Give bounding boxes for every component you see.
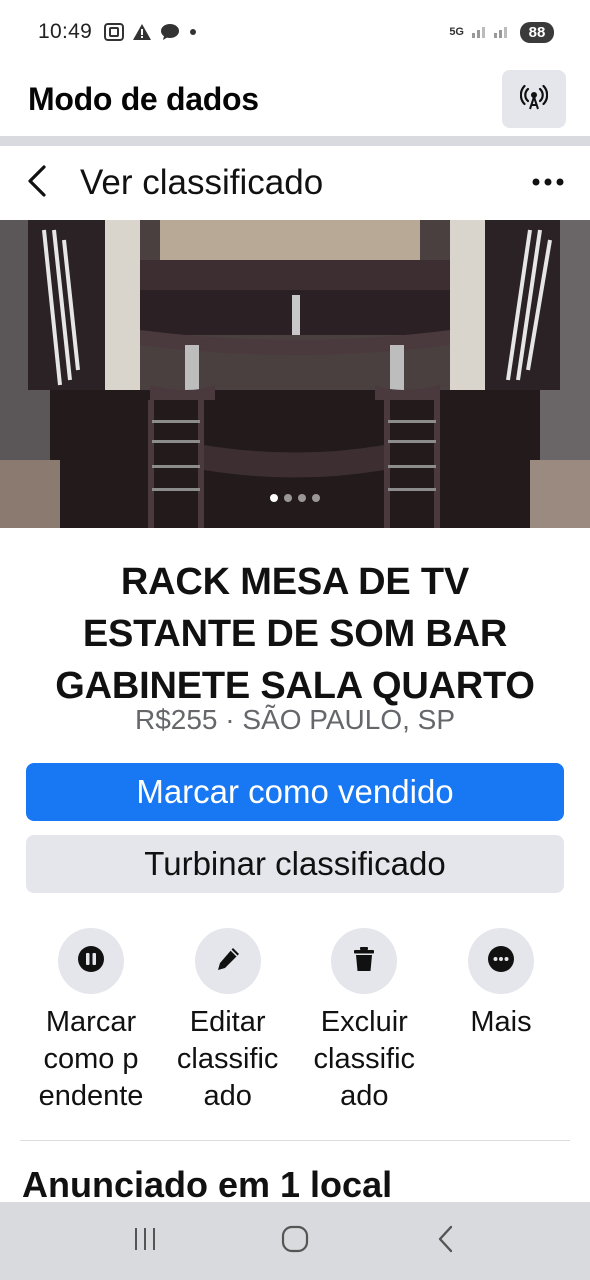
listing-actions: Marcar como p endente Editar classific a… — [28, 928, 564, 1115]
status-system-icons: 5G 88 — [449, 21, 554, 44]
action-label-line: Mais — [470, 1006, 532, 1038]
home-button[interactable] — [265, 1211, 325, 1271]
section-divider — [20, 1140, 570, 1141]
page-header: Ver classificado — [0, 146, 590, 220]
more-options-button[interactable] — [528, 163, 568, 203]
more-actions-label: Mais — [436, 1004, 566, 1041]
edit-listing-action[interactable]: Editar classific ado — [165, 928, 291, 1115]
system-navigation-bar — [0, 1202, 590, 1280]
dot-icon — [188, 23, 198, 41]
data-mode-bar: Modo de dados — [0, 64, 590, 134]
back-button[interactable] — [26, 163, 58, 203]
pause-icon — [77, 945, 105, 978]
data-mode-button[interactable] — [502, 70, 566, 128]
listing-photo-carousel[interactable] — [0, 220, 590, 528]
section-divider — [0, 136, 590, 146]
status-time: 10:49 — [38, 20, 93, 43]
listing-price-location: R$255 · SÃO PAULO, SP — [134, 704, 456, 735]
page-title: Ver classificado — [80, 163, 324, 202]
action-label-line: Marcar — [45, 1006, 137, 1038]
data-mode-title: Modo de dados — [28, 80, 259, 117]
action-label-line: endente — [38, 1080, 144, 1112]
delete-listing-button[interactable] — [331, 928, 398, 994]
more-horizontal-icon — [531, 174, 565, 192]
action-label-line: Excluir — [320, 1006, 408, 1038]
delete-listing-action[interactable]: Excluir classific ado — [301, 928, 427, 1115]
more-actions-button[interactable] — [467, 928, 534, 994]
action-label-line: como p — [43, 1043, 139, 1075]
action-label-line: Editar — [189, 1006, 266, 1038]
carousel-dot[interactable] — [312, 494, 320, 502]
mark-pending-action[interactable]: Marcar como p endente — [28, 928, 154, 1115]
mark-as-sold-button[interactable]: Marcar como vendido — [26, 763, 564, 821]
action-label-line: ado — [203, 1080, 252, 1112]
mark-pending-label: Marcar como p endente — [26, 1004, 156, 1115]
carousel-dot[interactable] — [284, 494, 292, 502]
chevron-left-icon — [26, 164, 48, 203]
action-label-line: classific — [313, 1043, 416, 1075]
delete-listing-label: Excluir classific ado — [299, 1004, 429, 1115]
signal-icon — [470, 21, 514, 44]
carousel-dot[interactable] — [298, 494, 306, 502]
home-icon — [280, 1224, 310, 1259]
status-notification-icons — [104, 23, 198, 41]
back-icon — [435, 1224, 455, 1259]
trash-icon — [350, 945, 378, 978]
mark-pending-button[interactable] — [58, 928, 124, 994]
action-label-line: classific — [176, 1043, 279, 1075]
back-nav-button[interactable] — [415, 1211, 475, 1271]
carousel-dot-active[interactable] — [270, 494, 278, 502]
battery-indicator: 88 — [520, 21, 554, 43]
listing-title-line: ESTANTE DE SOM BAR — [82, 613, 508, 655]
action-label-line: ado — [340, 1080, 389, 1112]
recents-icon — [132, 1226, 158, 1257]
more-actions-action[interactable]: Mais — [438, 928, 564, 1115]
pencil-icon — [214, 945, 242, 978]
status-bar: 10:49 5G 88 — [0, 0, 590, 64]
chat-icon — [160, 23, 180, 41]
listed-locations-heading: Anunciado em 1 local — [22, 1164, 393, 1205]
listing-title: RACK MESA DE TV ESTANTE DE SOM BAR GABIN… — [16, 556, 574, 712]
network-5g-icon: 5G — [449, 25, 464, 38]
broadcast-icon — [519, 83, 549, 116]
boost-listing-button[interactable]: Turbinar classificado — [26, 835, 564, 893]
alert-icon — [132, 23, 152, 41]
more-icon — [487, 945, 515, 978]
edit-listing-label: Editar classific ado — [163, 1004, 293, 1115]
screenshot-icon — [104, 23, 125, 41]
listing-photo — [0, 220, 590, 528]
recents-button[interactable] — [115, 1211, 175, 1271]
edit-listing-button[interactable] — [194, 928, 261, 994]
carousel-indicators — [0, 494, 590, 502]
listing-title-line: RACK MESA DE TV — [120, 561, 470, 603]
